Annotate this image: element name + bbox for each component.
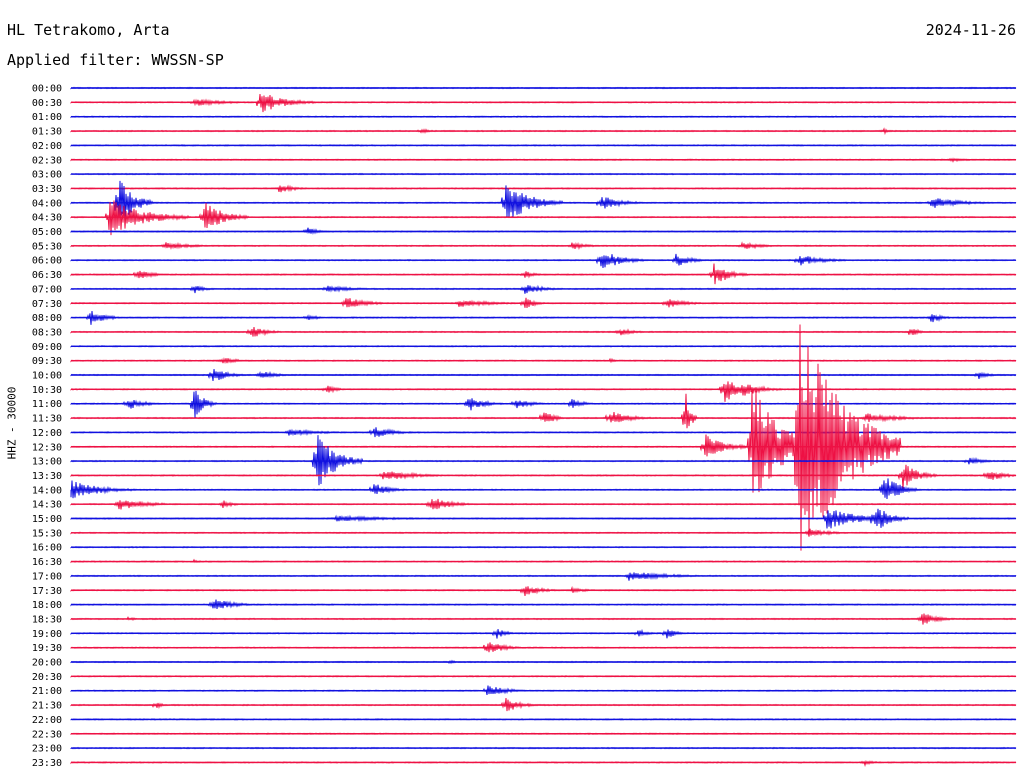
- trace-time-label: 18:00: [32, 600, 62, 611]
- trace-time-label: 04:00: [32, 198, 62, 209]
- trace-time-label: 13:00: [32, 457, 62, 468]
- seismic-trace: [70, 585, 1017, 597]
- seismic-trace: [70, 227, 1017, 235]
- trace-time-label: 08:30: [32, 327, 62, 338]
- trace-time-label: 16:00: [32, 543, 62, 554]
- trace-time-label: 06:30: [32, 270, 62, 281]
- trace-time-label: 15:30: [32, 528, 62, 539]
- trace-time-label: 21:30: [32, 701, 62, 712]
- trace-time-label: 07:00: [32, 284, 62, 295]
- trace-time-label: 10:00: [32, 371, 62, 382]
- seismic-trace: [70, 263, 1017, 285]
- trace-time-label: 11:30: [32, 414, 62, 425]
- trace-time-label: 15:00: [32, 514, 62, 525]
- trace-time-label: 05:30: [32, 241, 62, 252]
- trace-time-label: 16:30: [32, 557, 62, 568]
- trace-time-label: 03:00: [32, 170, 62, 181]
- filter-label: Applied filter: WWSSN-SP: [7, 51, 224, 69]
- seismic-trace: [70, 464, 1017, 490]
- trace-time-label: 00:00: [32, 84, 62, 95]
- trace-time-label: 01:30: [32, 127, 62, 138]
- trace-time-label: 17:00: [32, 571, 62, 582]
- date-label: 2024-11-26: [925, 21, 1016, 39]
- trace-time-label: 04:30: [32, 213, 62, 224]
- trace-time-label: 09:00: [32, 342, 62, 353]
- trace-time-label: 12:00: [32, 428, 62, 439]
- trace-time-label: 08:00: [32, 313, 62, 324]
- trace-time-label: 17:30: [32, 586, 62, 597]
- station-title: HL Tetrakomo, Arta: [7, 21, 170, 39]
- seismic-trace: [70, 253, 1017, 268]
- trace-time-label: 06:00: [32, 256, 62, 267]
- trace-time-label: 09:30: [32, 356, 62, 367]
- trace-time-label: 02:00: [32, 141, 62, 152]
- trace-time-label: 01:00: [32, 112, 62, 123]
- trace-time-label: 14:00: [32, 485, 62, 496]
- seismogram-plot: 00:00 00:30 01:00 01:30 02:00 02:30 03:00 03:30…: [32, 84, 1017, 769]
- trace-time-label: 21:00: [32, 686, 62, 697]
- seismic-trace: [70, 393, 1017, 429]
- trace-time-label: 03:30: [32, 184, 62, 195]
- trace-time-label: 10:30: [32, 385, 62, 396]
- trace-time-label: 19:30: [32, 643, 62, 654]
- trace-time-label: 22:30: [32, 729, 62, 740]
- trace-time-label: 13:30: [32, 471, 62, 482]
- seismic-trace: [70, 381, 1017, 402]
- trace-time-label: 23:30: [32, 758, 62, 769]
- seismic-trace: [70, 478, 1017, 500]
- trace-time-label: 02:30: [32, 155, 62, 166]
- trace-time-label: 23:00: [32, 744, 62, 755]
- trace-time-label: 20:00: [32, 658, 62, 669]
- seismic-trace: [70, 93, 1017, 113]
- trace-time-label: 05:00: [32, 227, 62, 238]
- trace-time-label: 11:00: [32, 399, 62, 410]
- trace-time-label: 14:30: [32, 500, 62, 511]
- trace-time-label: 20:30: [32, 672, 62, 683]
- trace-time-label: 00:30: [32, 98, 62, 109]
- seismic-trace: [70, 180, 1017, 221]
- trace-time-label: 18:30: [32, 614, 62, 625]
- trace-time-label: 19:00: [32, 629, 62, 640]
- channel-label: HHZ - 30000: [5, 386, 19, 460]
- trace-time-label: 07:30: [32, 299, 62, 310]
- trace-time-label: 22:00: [32, 715, 62, 726]
- trace-time-label: 12:30: [32, 442, 62, 453]
